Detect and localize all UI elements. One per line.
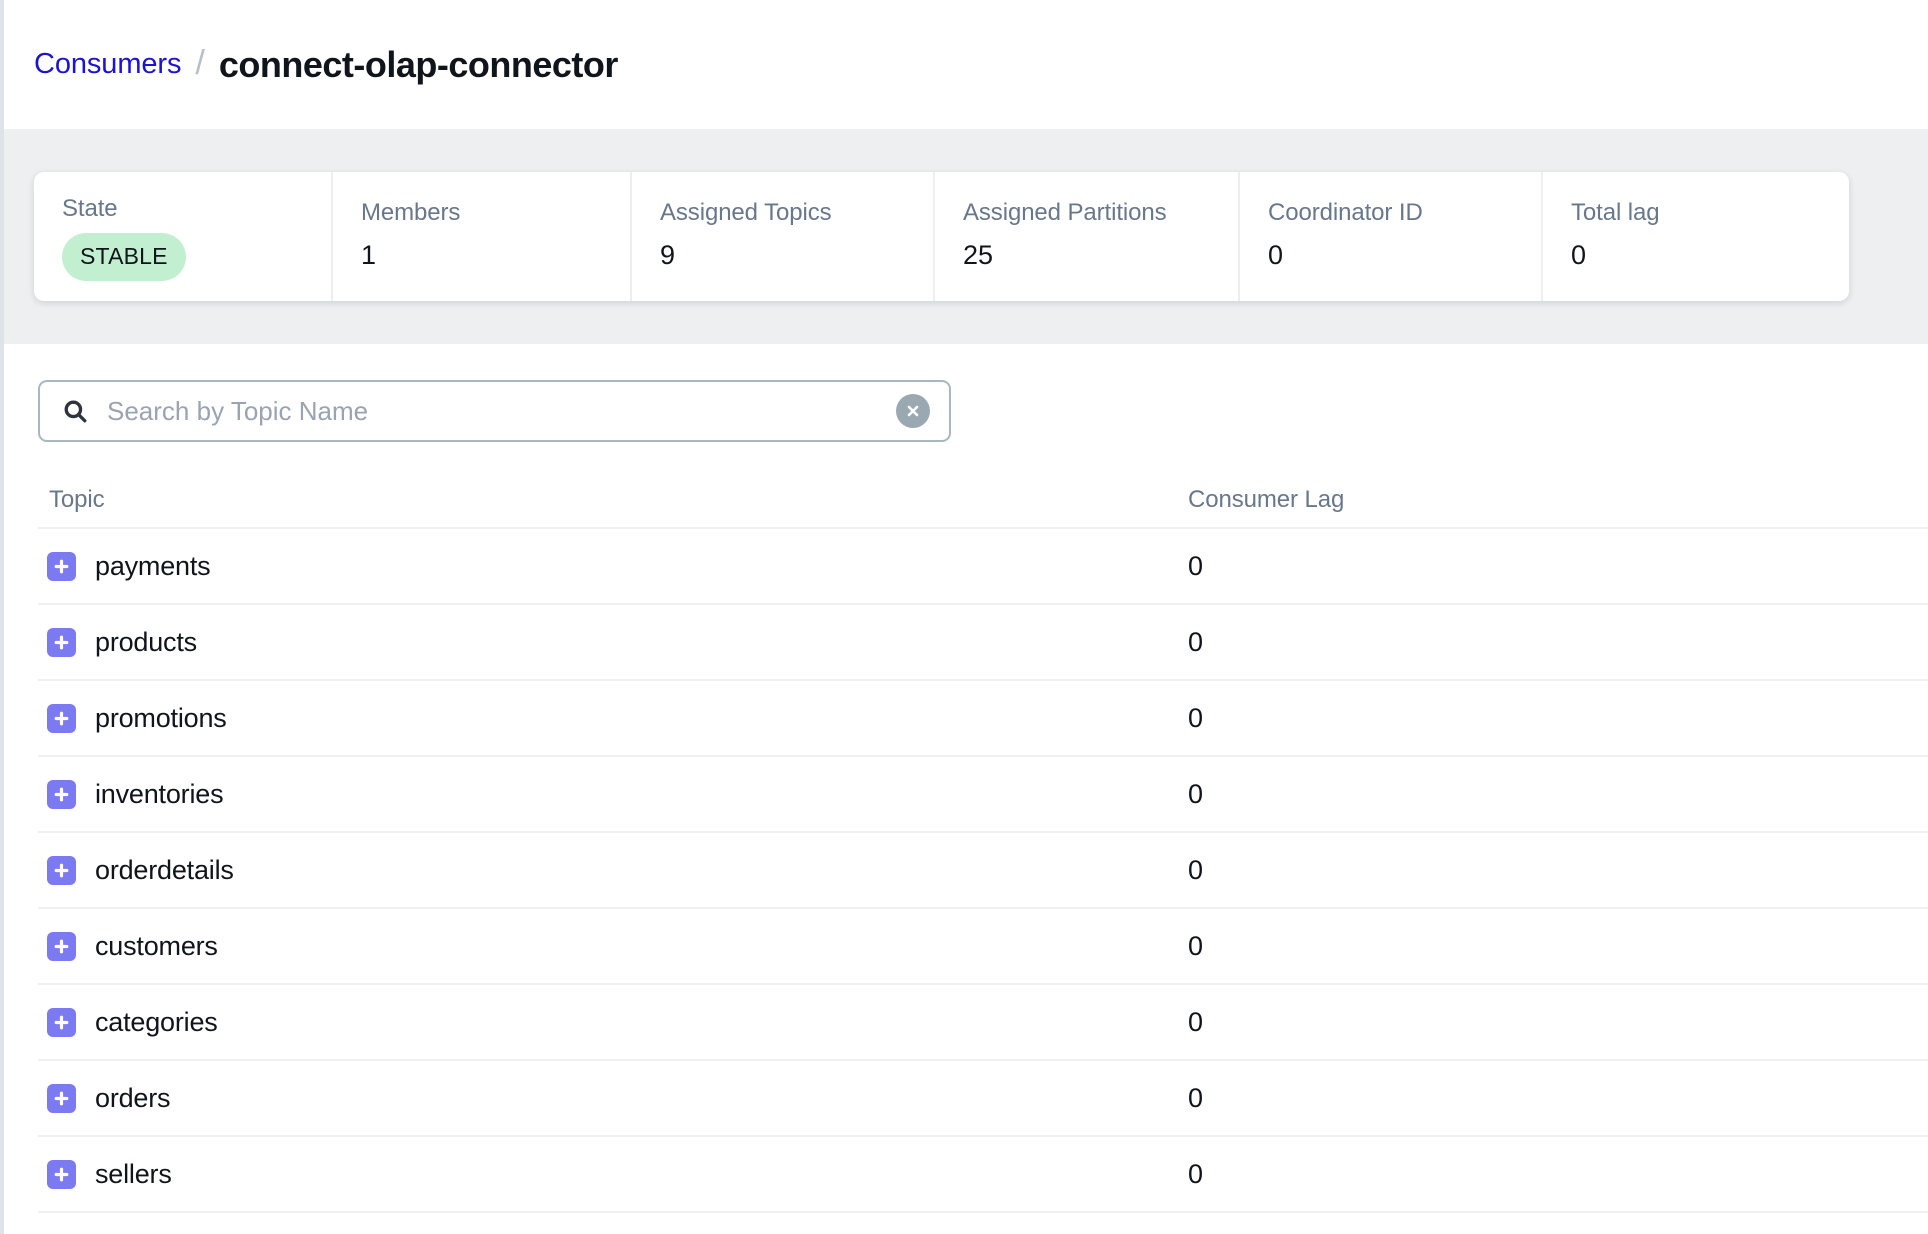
- cell-topic: orders: [38, 1083, 1183, 1114]
- consumer-lag-value: 0: [1188, 1083, 1203, 1113]
- stat-card-members: Members 1: [333, 172, 632, 301]
- cell-topic: payments: [38, 551, 1183, 582]
- stat-label-total-lag: Total lag: [1571, 199, 1849, 227]
- plus-icon[interactable]: [47, 932, 76, 961]
- consumer-group-detail-page: Consumers / connect-olap-connector State…: [0, 0, 1928, 1234]
- table-row[interactable]: payments 0: [38, 529, 1928, 605]
- consumer-lag-value: 0: [1188, 1007, 1203, 1037]
- plus-icon[interactable]: [47, 1008, 76, 1037]
- table-row[interactable]: inventories 0: [38, 757, 1928, 833]
- topic-name: payments: [95, 551, 210, 582]
- breadcrumb-link-consumers[interactable]: Consumers: [34, 48, 181, 81]
- table-row[interactable]: sellers 0: [38, 1137, 1928, 1213]
- cell-consumer-lag: 0: [1183, 551, 1928, 582]
- consumer-lag-value: 0: [1188, 931, 1203, 961]
- plus-icon[interactable]: [47, 1084, 76, 1113]
- plus-icon[interactable]: [47, 552, 76, 581]
- column-header-consumer-lag: Consumer Lag: [1183, 486, 1928, 514]
- stat-value-members: 1: [361, 239, 630, 271]
- table-row[interactable]: orders 0: [38, 1061, 1928, 1137]
- table-row[interactable]: promotions 0: [38, 681, 1928, 757]
- page-header: Consumers / connect-olap-connector: [4, 0, 1928, 129]
- table-header-row: Topic Consumer Lag: [38, 473, 1928, 529]
- cell-consumer-lag: 0: [1183, 627, 1928, 658]
- topics-table: Topic Consumer Lag payments 0: [38, 473, 1928, 1213]
- stat-label-assigned-topics: Assigned Topics: [660, 199, 933, 227]
- breadcrumb: Consumers / connect-olap-connector: [34, 44, 618, 86]
- table-row[interactable]: orderdetails 0: [38, 833, 1928, 909]
- breadcrumb-separator: /: [195, 46, 204, 84]
- stat-label-members: Members: [361, 199, 630, 227]
- stat-card-total-lag: Total lag 0: [1543, 172, 1849, 301]
- consumer-lag-value: 0: [1188, 855, 1203, 885]
- table-row[interactable]: customers 0: [38, 909, 1928, 985]
- consumer-lag-value: 0: [1188, 551, 1203, 581]
- cell-consumer-lag: 0: [1183, 1159, 1928, 1190]
- topic-name: promotions: [95, 703, 227, 734]
- topic-name: sellers: [95, 1159, 172, 1190]
- stat-card-assigned-partitions: Assigned Partitions 25: [935, 172, 1240, 301]
- main-content: Topic Consumer Lag payments 0: [4, 344, 1928, 1213]
- stat-card-state: State STABLE: [34, 172, 333, 301]
- cell-consumer-lag: 0: [1183, 703, 1928, 734]
- search-input[interactable]: [40, 382, 949, 440]
- consumer-lag-value: 0: [1188, 779, 1203, 809]
- cell-topic: products: [38, 627, 1183, 658]
- status-badge: STABLE: [62, 233, 186, 281]
- topic-name: products: [95, 627, 197, 658]
- topic-name: inventories: [95, 779, 223, 810]
- stat-label-coordinator-id: Coordinator ID: [1268, 199, 1541, 227]
- consumer-lag-value: 0: [1188, 703, 1203, 733]
- cell-consumer-lag: 0: [1183, 855, 1928, 886]
- consumer-lag-value: 0: [1188, 627, 1203, 657]
- stat-value-assigned-partitions: 25: [963, 239, 1238, 271]
- plus-icon[interactable]: [47, 704, 76, 733]
- cell-topic: categories: [38, 1007, 1183, 1038]
- stat-label-assigned-partitions: Assigned Partitions: [963, 199, 1238, 227]
- consumer-lag-value: 0: [1188, 1159, 1203, 1189]
- stats-card-container: State STABLE Members 1 Assigned Topics 9…: [34, 172, 1849, 301]
- cell-topic: customers: [38, 931, 1183, 962]
- cell-topic: inventories: [38, 779, 1183, 810]
- cell-consumer-lag: 0: [1183, 779, 1928, 810]
- table-row[interactable]: products 0: [38, 605, 1928, 681]
- topic-name: customers: [95, 931, 218, 962]
- cell-consumer-lag: 0: [1183, 1083, 1928, 1114]
- page-title: connect-olap-connector: [219, 44, 618, 86]
- stat-value-coordinator-id: 0: [1268, 239, 1541, 271]
- search-section: [38, 344, 1928, 442]
- plus-icon[interactable]: [47, 856, 76, 885]
- topic-name: categories: [95, 1007, 218, 1038]
- stats-strip: State STABLE Members 1 Assigned Topics 9…: [4, 129, 1928, 344]
- cell-topic: promotions: [38, 703, 1183, 734]
- table-row[interactable]: categories 0: [38, 985, 1928, 1061]
- topic-name: orderdetails: [95, 855, 234, 886]
- plus-icon[interactable]: [47, 628, 76, 657]
- topic-name: orders: [95, 1083, 170, 1114]
- stat-value-total-lag: 0: [1571, 239, 1849, 271]
- clear-search-button[interactable]: [896, 394, 930, 428]
- search-icon: [62, 398, 88, 424]
- search-box[interactable]: [38, 380, 951, 442]
- cell-topic: sellers: [38, 1159, 1183, 1190]
- stat-value-assigned-topics: 9: [660, 239, 933, 271]
- stat-card-coordinator-id: Coordinator ID 0: [1240, 172, 1543, 301]
- cell-topic: orderdetails: [38, 855, 1183, 886]
- plus-icon[interactable]: [47, 780, 76, 809]
- cell-consumer-lag: 0: [1183, 931, 1928, 962]
- column-header-topic: Topic: [38, 486, 1183, 514]
- cell-consumer-lag: 0: [1183, 1007, 1928, 1038]
- stat-card-assigned-topics: Assigned Topics 9: [632, 172, 935, 301]
- plus-icon[interactable]: [47, 1160, 76, 1189]
- stat-label-state: State: [62, 195, 331, 223]
